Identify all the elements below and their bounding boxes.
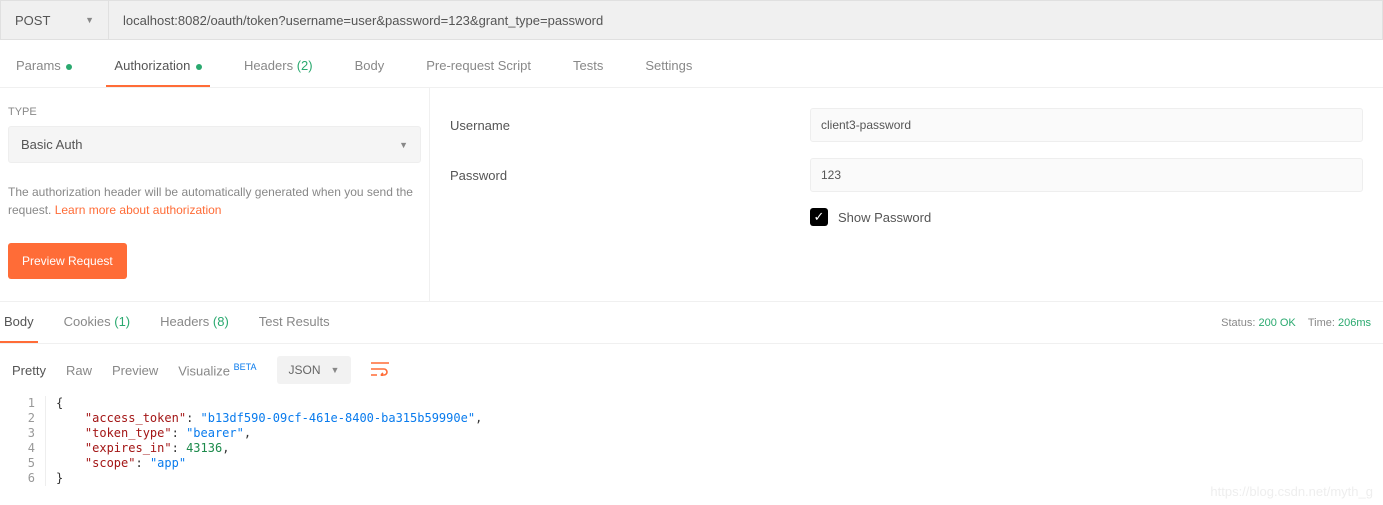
chevron-down-icon: ▼ xyxy=(85,15,94,25)
http-method-value: POST xyxy=(15,13,50,28)
view-preview[interactable]: Preview xyxy=(112,363,158,378)
http-method-select[interactable]: POST ▼ xyxy=(1,1,109,39)
tab-prerequest[interactable]: Pre-request Script xyxy=(418,58,539,87)
tab-params[interactable]: Params xyxy=(8,58,80,87)
preview-request-button[interactable]: Preview Request xyxy=(8,243,127,279)
code-content: { "access_token": "b13df590-09cf-461e-84… xyxy=(46,396,482,486)
res-tab-body[interactable]: Body xyxy=(0,302,38,343)
auth-type-label: TYPE xyxy=(8,106,421,118)
username-input[interactable] xyxy=(810,108,1363,142)
response-status: Status: 200 OK Time: 206ms xyxy=(1221,317,1371,329)
request-tabs: Params Authorization Headers (2) Body Pr… xyxy=(0,40,1383,88)
auth-hint-text: The authorization header will be automat… xyxy=(8,183,421,219)
auth-type-select[interactable]: Basic Auth ▼ xyxy=(8,126,421,163)
password-label: Password xyxy=(450,168,810,183)
tab-tests[interactable]: Tests xyxy=(565,58,611,87)
show-password-checkbox[interactable]: ✓ xyxy=(810,208,828,226)
line-gutter: 1 2 3 4 5 6 xyxy=(0,396,46,486)
watermark: https://blog.csdn.net/myth_g xyxy=(1210,484,1373,499)
view-pretty[interactable]: Pretty xyxy=(12,363,46,378)
url-input[interactable]: localhost:8082/oauth/token?username=user… xyxy=(109,1,1382,39)
res-tab-headers[interactable]: Headers (8) xyxy=(156,302,233,343)
tab-headers[interactable]: Headers (2) xyxy=(236,58,321,87)
tab-authorization[interactable]: Authorization xyxy=(106,58,210,87)
tab-body[interactable]: Body xyxy=(347,58,393,87)
res-tab-test-results[interactable]: Test Results xyxy=(255,302,334,343)
dot-icon xyxy=(66,64,72,70)
wrap-lines-button[interactable] xyxy=(371,362,389,379)
chevron-down-icon: ▼ xyxy=(399,140,408,150)
view-raw[interactable]: Raw xyxy=(66,363,92,378)
res-tab-cookies[interactable]: Cookies (1) xyxy=(60,302,134,343)
show-password-label: Show Password xyxy=(838,210,931,225)
format-select[interactable]: JSON ▼ xyxy=(277,356,352,384)
dot-icon xyxy=(196,64,202,70)
chevron-down-icon: ▼ xyxy=(331,365,340,375)
username-label: Username xyxy=(450,118,810,133)
view-visualize[interactable]: Visualize BETA xyxy=(178,362,256,378)
learn-more-link[interactable]: Learn more about authorization xyxy=(55,203,222,217)
tab-settings[interactable]: Settings xyxy=(637,58,700,87)
response-body[interactable]: 1 2 3 4 5 6 { "access_token": "b13df590-… xyxy=(0,396,1383,486)
password-input[interactable] xyxy=(810,158,1363,192)
